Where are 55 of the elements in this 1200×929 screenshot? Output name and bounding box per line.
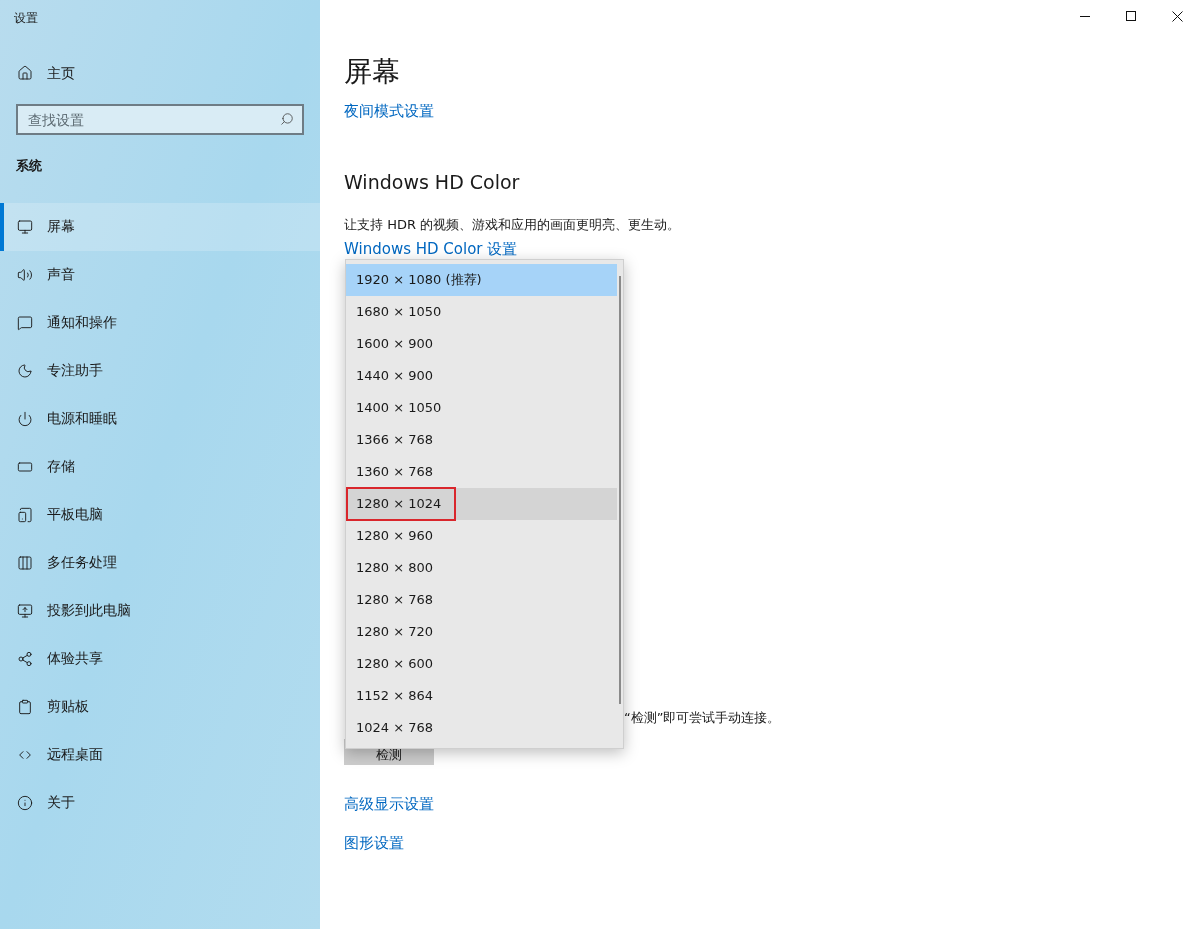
- resolution-option[interactable]: 1280 × 600: [346, 648, 617, 680]
- sidebar-item[interactable]: 剪贴板: [0, 682, 320, 731]
- page-title: 屏幕: [344, 54, 400, 90]
- resolution-option[interactable]: 1920 × 1080 (推荐): [346, 264, 617, 296]
- sidebar-item[interactable]: 体验共享: [0, 634, 320, 683]
- sidebar-item[interactable]: 投影到此电脑: [0, 586, 320, 635]
- resolution-option[interactable]: 1280 × 1024: [346, 488, 617, 520]
- home-icon: [17, 65, 33, 81]
- tablet-icon: [17, 506, 33, 523]
- section-heading: Windows HD Color: [344, 169, 520, 195]
- resolution-option[interactable]: 1280 × 960: [346, 520, 617, 552]
- resolution-option[interactable]: 1366 × 768: [346, 424, 617, 456]
- power-icon: [17, 410, 33, 427]
- sidebar-item[interactable]: 屏幕: [0, 202, 320, 251]
- home-item[interactable]: 主页: [0, 49, 320, 97]
- minimize-icon: [1080, 15, 1090, 17]
- section-heading: 系统: [15, 157, 43, 175]
- sidebar-item[interactable]: 存储: [0, 442, 320, 491]
- clipboard-icon: [17, 698, 33, 715]
- projector-icon: [17, 602, 33, 619]
- sidebar-item[interactable]: 多任务处理: [0, 538, 320, 587]
- monitor-icon: [17, 218, 33, 235]
- resolution-option[interactable]: 1152 × 864: [346, 680, 617, 712]
- resolution-option[interactable]: 1440 × 900: [346, 360, 617, 392]
- resolution-option[interactable]: 1360 × 768: [346, 456, 617, 488]
- resolution-option[interactable]: 1280 × 720: [346, 616, 617, 648]
- night-light-link[interactable]: 夜间模式设置: [344, 100, 434, 123]
- resolution-option[interactable]: 1680 × 1050: [346, 296, 617, 328]
- resolution-option[interactable]: 1280 × 800: [346, 552, 617, 584]
- speaker-icon: [17, 266, 33, 283]
- resolution-option[interactable]: 1280 × 768: [346, 584, 617, 616]
- hd-color-link[interactable]: Windows HD Color 设置: [344, 238, 518, 259]
- resolution-option[interactable]: 1400 × 1050: [346, 392, 617, 424]
- graphics-link[interactable]: 图形设置: [344, 831, 404, 854]
- message-icon: [17, 314, 33, 331]
- share-icon: [17, 650, 33, 667]
- maximize-icon: [1126, 11, 1136, 21]
- search-icon: [280, 112, 294, 126]
- moon-icon: [17, 362, 33, 379]
- sidebar-item[interactable]: 通知和操作: [0, 298, 320, 347]
- description-text: “检测”即可尝试手动连接。: [623, 708, 781, 727]
- advanced-display-link[interactable]: 高级显示设置: [344, 793, 434, 816]
- resolution-option[interactable]: 1600 × 900: [346, 328, 617, 360]
- multitask-icon: [17, 554, 33, 571]
- sidebar-item[interactable]: 专注助手: [0, 346, 320, 395]
- sidebar-item[interactable]: 电源和睡眠: [0, 394, 320, 443]
- window-title: 设置: [13, 10, 39, 27]
- close-icon: [1171, 10, 1183, 22]
- sidebar-item[interactable]: 声音: [0, 250, 320, 299]
- sidebar-item[interactable]: 远程桌面: [0, 730, 320, 779]
- search-field[interactable]: 查找设置: [16, 104, 304, 135]
- info-icon: [17, 794, 33, 811]
- description-text: 让支持 HDR 的视频、游戏和应用的画面更明亮、更生动。: [344, 216, 681, 234]
- sidebar-item[interactable]: 关于: [0, 778, 320, 827]
- sidebar-item[interactable]: 平板电脑: [0, 490, 320, 539]
